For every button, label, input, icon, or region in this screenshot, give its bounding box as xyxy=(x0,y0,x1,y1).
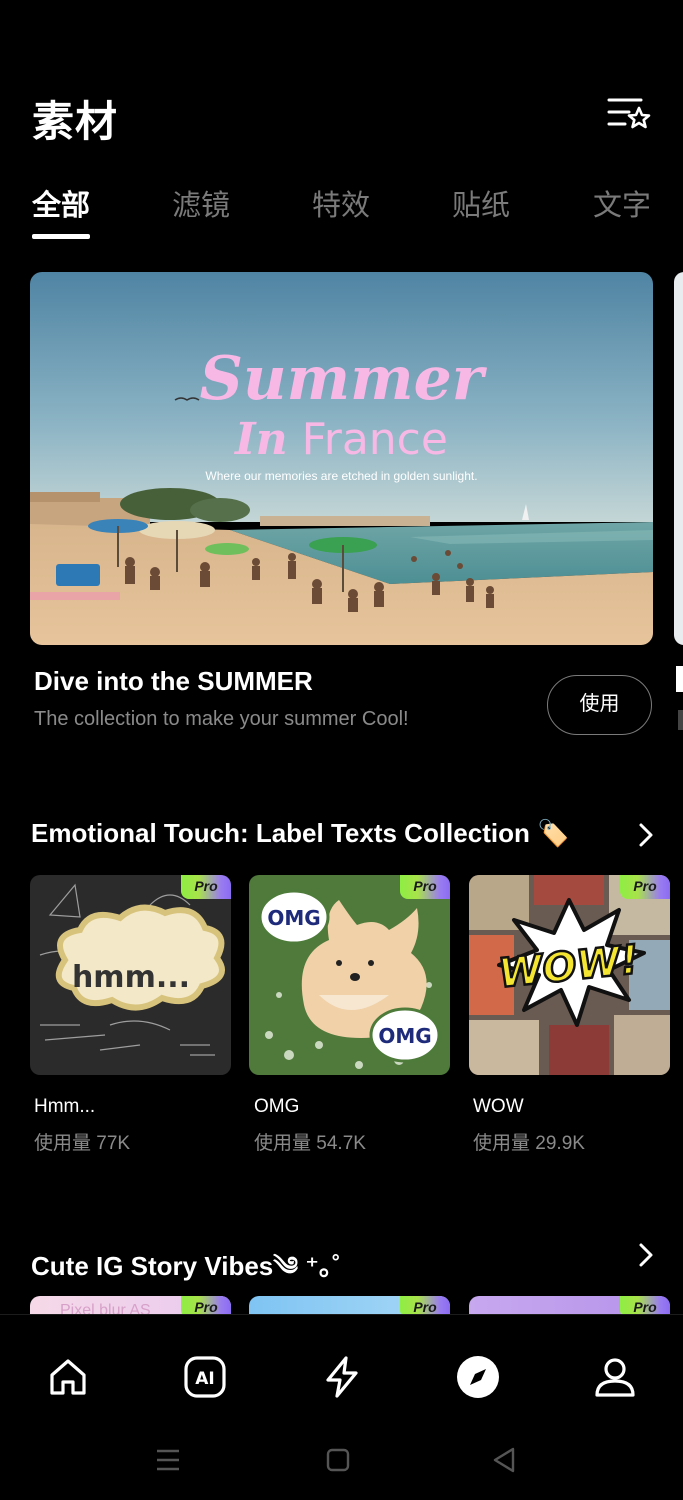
omg-art-text-1: OMG xyxy=(267,906,320,930)
pro-badge-label: Pro xyxy=(194,1299,218,1315)
banner-title-line1: Summer xyxy=(199,344,484,414)
pro-badge: Pro xyxy=(181,875,231,899)
profile-icon xyxy=(595,1358,635,1397)
next-featured-desc-peek xyxy=(678,710,683,730)
bottom-navigation: AI xyxy=(0,1314,683,1424)
system-home-button[interactable] xyxy=(324,1446,352,1474)
next-banner-peek[interactable] xyxy=(674,272,683,645)
pro-badge: Pro xyxy=(620,875,670,899)
use-button[interactable]: 使用 xyxy=(547,675,652,735)
page-title: 素材 xyxy=(32,98,119,145)
pro-badge: Pro xyxy=(400,875,450,899)
nav-discover[interactable] xyxy=(456,1355,500,1399)
card-usage-omg: 使用量 54.7K xyxy=(254,1133,366,1154)
compass-icon xyxy=(457,1356,499,1398)
card-name-wow: WOW xyxy=(473,1096,524,1117)
menu-icon xyxy=(157,1449,179,1471)
header: 素材 xyxy=(32,88,651,145)
section-title-emotional-touch[interactable]: Emotional Touch: Label Texts Collection … xyxy=(31,818,569,849)
card-name-hmm: Hmm... xyxy=(34,1096,96,1117)
featured-title: Dive into the SUMMER xyxy=(34,666,313,696)
chalkboard-hmm-thumbnail: hmm... xyxy=(30,875,231,1075)
card-name-omg: OMG xyxy=(254,1096,300,1117)
next-featured-title-peek xyxy=(676,666,683,692)
nav-effects[interactable] xyxy=(320,1355,364,1399)
tab-stickers[interactable]: 贴纸 xyxy=(452,182,510,224)
banner-title-france: France xyxy=(301,414,448,465)
nav-profile[interactable] xyxy=(593,1355,637,1399)
omg-art-text-2: OMG xyxy=(378,1024,431,1048)
posters-wow-thumbnail: WOW! xyxy=(469,875,670,1075)
banner-title-in: In xyxy=(235,414,288,465)
system-back-button[interactable] xyxy=(490,1446,518,1474)
ai-icon: AI xyxy=(184,1356,226,1398)
back-triangle-icon xyxy=(493,1447,515,1473)
template-card-wow[interactable]: WOW! Pro xyxy=(469,875,670,1075)
system-recents-button[interactable] xyxy=(154,1446,182,1474)
favorites-list-button[interactable] xyxy=(607,94,651,134)
pro-badge-label: Pro xyxy=(413,878,437,894)
template-card-hmm[interactable]: hmm... Pro xyxy=(30,875,231,1075)
nav-home[interactable] xyxy=(46,1355,90,1399)
tab-active-indicator xyxy=(32,234,90,239)
pro-badge-label: Pro xyxy=(633,1299,657,1315)
system-navigation-bar xyxy=(0,1424,683,1500)
home-icon xyxy=(50,1359,86,1395)
featured-description: The collection to make your summer Cool! xyxy=(34,708,409,730)
featured-banner[interactable]: Summer In France Where our memories are … xyxy=(30,272,653,645)
card-usage-hmm: 使用量 77K xyxy=(34,1133,131,1154)
section-more-button[interactable] xyxy=(636,1241,656,1269)
list-star-icon xyxy=(607,98,651,129)
category-tabs: 全部 滤镜 特效 贴纸 文字 xyxy=(32,182,683,242)
template-card-omg[interactable]: OMG OMG Pro xyxy=(249,875,450,1075)
banner-caption: Where our memories are etched in golden … xyxy=(205,469,478,483)
tab-text[interactable]: 文字 xyxy=(593,182,651,224)
dog-omg-thumbnail: OMG OMG xyxy=(249,875,450,1075)
pro-badge-label: Pro xyxy=(633,878,657,894)
pro-badge-label: Pro xyxy=(413,1299,437,1315)
banner-title-line2: In France xyxy=(30,414,653,465)
pro-badge-label: Pro xyxy=(194,878,218,894)
hmm-art-text: hmm... xyxy=(72,960,190,995)
lightning-icon xyxy=(326,1356,358,1398)
chevron-right-icon xyxy=(639,823,653,847)
ai-icon-text: AI xyxy=(195,1369,214,1389)
tab-filters[interactable]: 滤镜 xyxy=(172,182,230,224)
tab-effects[interactable]: 特效 xyxy=(312,182,370,224)
tab-all[interactable]: 全部 xyxy=(32,182,90,224)
card-usage-wow: 使用量 29.9K xyxy=(473,1133,585,1154)
section-more-button[interactable] xyxy=(636,821,656,849)
home-square-icon xyxy=(326,1448,350,1472)
nav-ai[interactable]: AI xyxy=(183,1355,227,1399)
chevron-right-icon xyxy=(639,1243,653,1267)
